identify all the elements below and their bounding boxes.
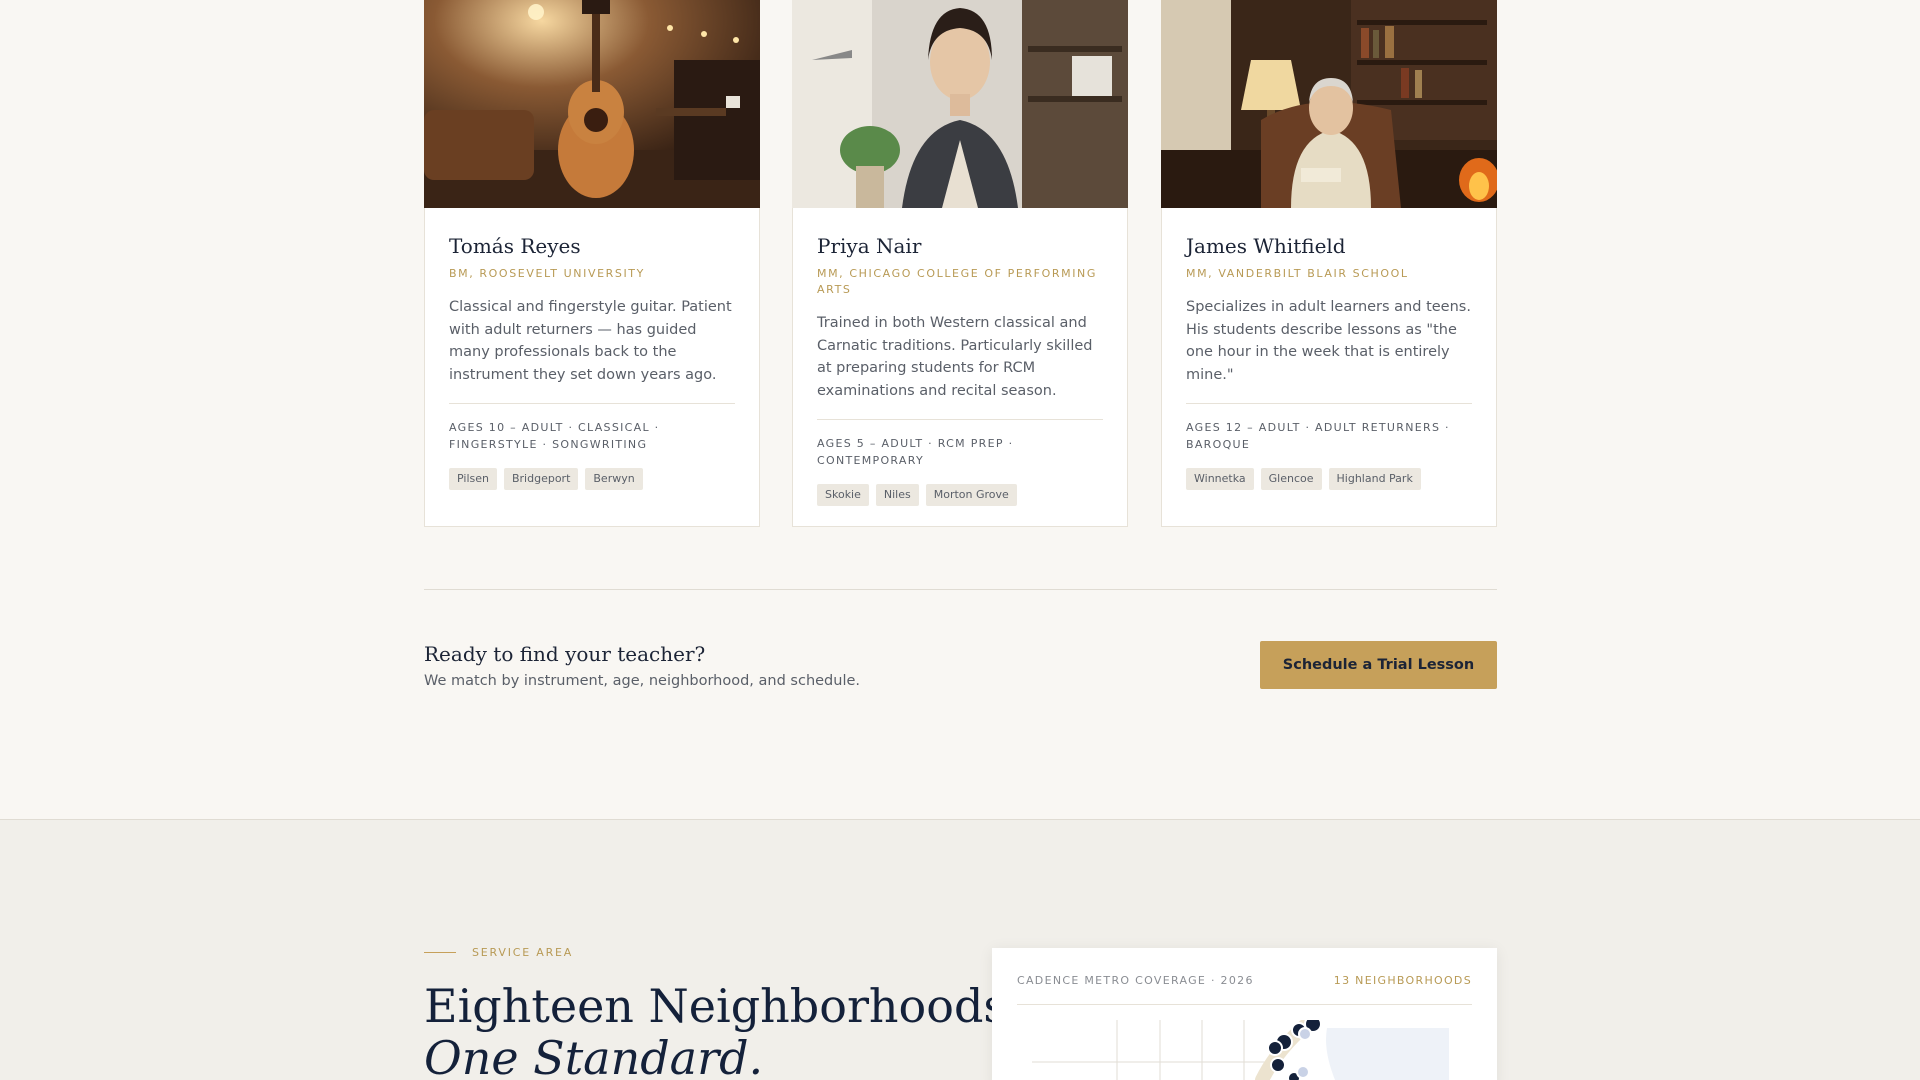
cta-title: Ready to find your teacher? xyxy=(424,642,706,666)
coverage-map-card: Cadence Metro Coverage · 2026 13 Neighbo… xyxy=(992,948,1497,1080)
neighborhood-tag: Glencoe xyxy=(1260,468,1322,491)
teacher-credential: MM, Vanderbilt Blair School xyxy=(1186,267,1409,280)
schedule-trial-button[interactable]: Schedule a Trial Lesson xyxy=(1260,641,1497,689)
teacher-card[interactable]: James Whitfield MM, Vanderbilt Blair Sch… xyxy=(1161,0,1497,527)
teacher-meta: Ages 12 – Adult · Adult Returners · Baro… xyxy=(1186,421,1450,451)
neighborhood-tag: Skokie xyxy=(817,484,869,507)
teacher-card[interactable]: Priya Nair MM, Chicago College of Perfor… xyxy=(792,0,1128,527)
map-marker xyxy=(1296,1065,1310,1079)
map-header: Cadence Metro Coverage · 2026 13 Neighbo… xyxy=(1017,974,1472,987)
teacher-description: Specializes in adult learners and teens.… xyxy=(1186,299,1471,383)
teacher-meta: Ages 10 – Adult · Classical · Fingerstyl… xyxy=(449,421,660,451)
neighborhood-tag: Berwyn xyxy=(585,468,643,491)
neighborhood-tags: Skokie Niles Morton Grove xyxy=(817,484,1103,507)
neighborhood-tags: Winnetka Glencoe Highland Park xyxy=(1186,468,1472,491)
eyebrow-line xyxy=(424,952,456,953)
teacher-credential: MM, Chicago College of Performing Arts xyxy=(817,267,1098,296)
map-marker xyxy=(1267,1040,1283,1056)
map-label: Cadence Metro Coverage · 2026 xyxy=(1017,974,1254,987)
teacher-credential: BM, Roosevelt University xyxy=(449,267,645,280)
neighborhood-tag: Winnetka xyxy=(1186,468,1254,491)
neighborhood-tag: Pilsen xyxy=(449,468,497,491)
teacher-meta: Ages 5 – Adult · RCM Prep · Contemporary xyxy=(817,437,1014,467)
teacher-photo-library xyxy=(1161,0,1497,208)
neighborhood-tags: Pilsen Bridgeport Berwyn xyxy=(449,468,735,491)
teacher-name: James Whitfield xyxy=(1186,234,1346,258)
cta-subtitle: We match by instrument, age, neighborhoo… xyxy=(424,673,861,689)
coverage-map[interactable] xyxy=(1017,1020,1472,1080)
service-area-heading: Eighteen Neighborhoods. One Standard. xyxy=(424,980,1022,1080)
teacher-description: Trained in both Western classical and Ca… xyxy=(817,315,1093,399)
eyebrow-label: Service Area xyxy=(472,946,574,959)
teacher-photo-guitar xyxy=(424,0,760,208)
teacher-name: Tomás Reyes xyxy=(449,234,581,258)
neighborhood-tag: Morton Grove xyxy=(925,484,1017,507)
card-divider xyxy=(449,403,735,405)
section-eyebrow: Service Area xyxy=(424,946,573,959)
neighborhood-tag: Highland Park xyxy=(1328,468,1421,491)
heading-line-2: One Standard. xyxy=(424,1031,764,1080)
teacher-name: Priya Nair xyxy=(817,234,922,258)
neighborhood-tag: Bridgeport xyxy=(503,468,579,491)
section-divider xyxy=(424,589,1497,590)
map-count: 13 Neighborhoods xyxy=(1333,974,1472,987)
teacher-cards: Tomás Reyes BM, Roosevelt University Cla… xyxy=(424,0,1497,527)
card-divider xyxy=(817,419,1103,421)
neighborhood-tag: Niles xyxy=(875,484,919,507)
teacher-photo-portrait xyxy=(792,0,1128,208)
heading-line-1: Eighteen Neighborhoods. xyxy=(424,979,1022,1033)
map-marker xyxy=(1298,1027,1312,1041)
map-divider xyxy=(1017,1004,1472,1005)
teacher-description: Classical and fingerstyle guitar. Patien… xyxy=(449,299,732,383)
card-divider xyxy=(1186,403,1472,405)
map-marker xyxy=(1270,1057,1286,1073)
teacher-card[interactable]: Tomás Reyes BM, Roosevelt University Cla… xyxy=(424,0,760,527)
